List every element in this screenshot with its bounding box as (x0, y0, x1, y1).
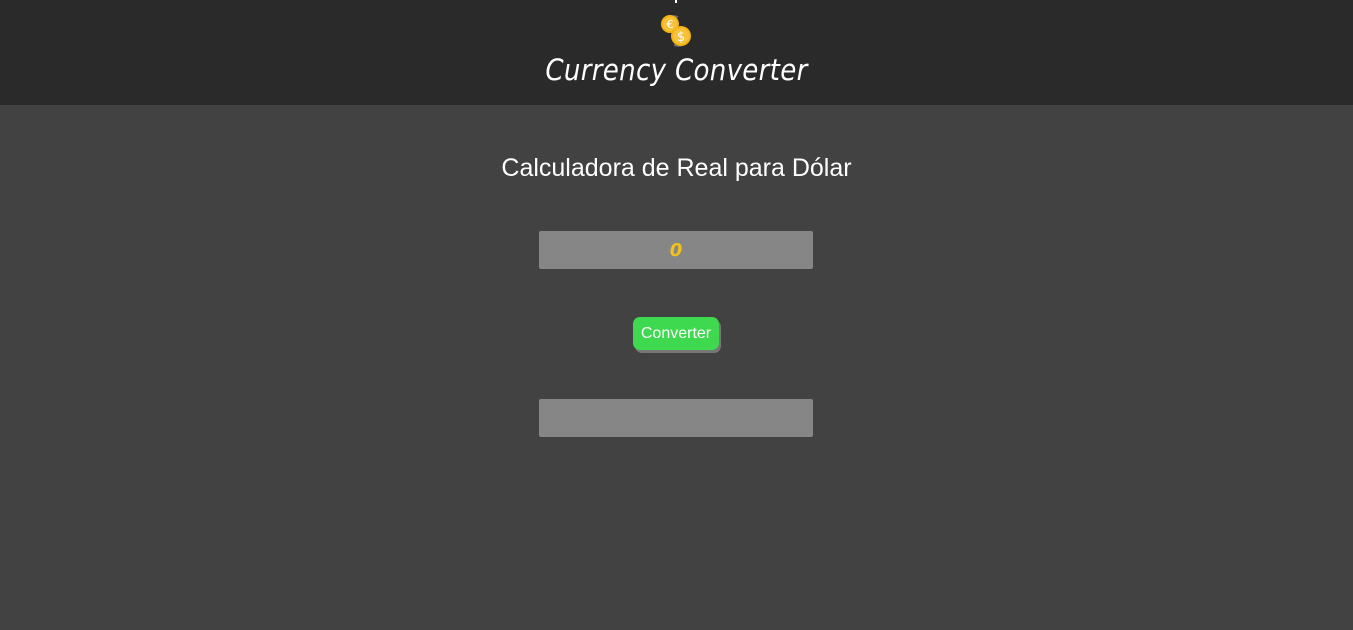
app-header: € $ Currency Converter (0, 0, 1353, 105)
app-title: Currency Converter (545, 53, 808, 87)
result-field[interactable] (539, 399, 813, 437)
svg-text:€: € (667, 18, 674, 31)
convert-button[interactable]: Converter (633, 317, 719, 350)
page-title: Calculadora de Real para Dólar (501, 154, 852, 182)
svg-text:$: $ (677, 30, 685, 45)
header-divider (675, 0, 677, 3)
amount-input[interactable] (539, 231, 813, 269)
currency-exchange-coins-icon: € $ (658, 13, 694, 49)
